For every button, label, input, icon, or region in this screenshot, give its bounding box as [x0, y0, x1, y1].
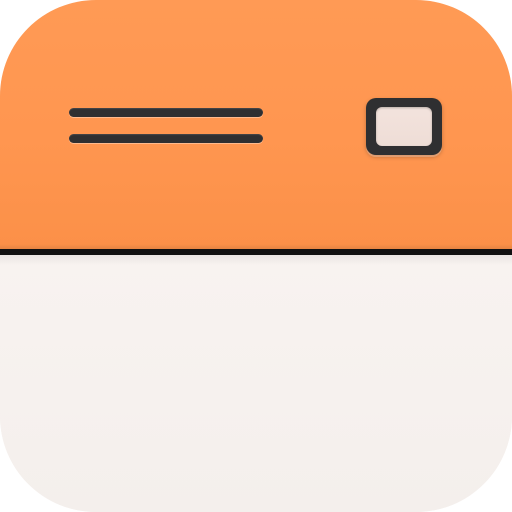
bottom-panel — [0, 255, 512, 512]
window-icon-screen — [376, 107, 432, 146]
app-icon[interactable] — [0, 0, 512, 512]
window-icon — [366, 98, 442, 155]
menu-line-bottom — [69, 134, 263, 143]
menu-line-top — [69, 108, 263, 117]
top-band — [0, 0, 512, 250]
menu-icon — [69, 106, 263, 146]
